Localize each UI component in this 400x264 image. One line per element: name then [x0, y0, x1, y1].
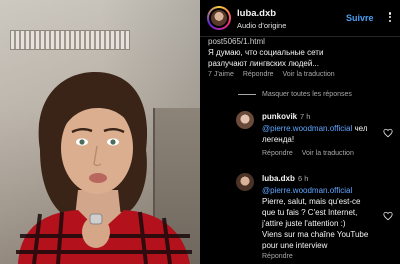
- mention-link[interactable]: @pierre.woodman.official: [262, 185, 388, 196]
- translate-button[interactable]: Voir la traduction: [302, 150, 354, 157]
- reply-line: Pierre, salut, mais qu'est-ce: [262, 197, 361, 206]
- comment-line: разлучают лингвских людей...: [208, 59, 319, 68]
- translate-button[interactable]: Voir la traduction: [283, 71, 335, 78]
- reply-timestamp: 6 h: [298, 174, 309, 183]
- reply-username[interactable]: luba.dxb: [262, 174, 295, 183]
- hide-replies-label: Masquer toutes les réponses: [262, 91, 352, 98]
- avatar[interactable]: [236, 111, 254, 129]
- video-person: [16, 72, 192, 264]
- reply-line: Viens sur ma chaîne YouTube: [262, 230, 369, 239]
- reply-button[interactable]: Répondre: [262, 150, 293, 157]
- hide-replies-button[interactable]: Masquer toutes les réponses: [238, 91, 352, 98]
- comment-line: Я думаю, что социальные сети: [208, 48, 324, 57]
- heart-icon[interactable]: [383, 128, 393, 138]
- video-player[interactable]: [0, 0, 200, 264]
- reply-line: pour une interview: [262, 241, 328, 250]
- avatar[interactable]: [207, 6, 231, 30]
- reply-line: que tu fais ? C'est Internet,: [262, 208, 358, 217]
- divider: [238, 93, 256, 95]
- comment-actions: 7 J'aime Répondre Voir la traduction: [208, 71, 342, 78]
- heart-icon[interactable]: [383, 211, 393, 221]
- more-options-icon[interactable]: [384, 11, 396, 23]
- reply-text: @pierre.woodman.official Pierre, salut, …: [262, 185, 388, 251]
- reply-button[interactable]: Répondre: [262, 253, 293, 260]
- post-author-username[interactable]: luba.dxb: [237, 8, 276, 19]
- post-header: luba.dxb Audio d'origine Suivre: [200, 0, 400, 37]
- audio-label[interactable]: Audio d'origine: [237, 21, 286, 30]
- follow-button[interactable]: Suivre: [346, 13, 374, 23]
- reply-text: @pierre.woodman.official чел легенда!: [262, 123, 390, 145]
- reply-username[interactable]: punkovik: [262, 112, 297, 121]
- reply-actions: Répondre Voir la traduction: [262, 150, 361, 157]
- mention-link[interactable]: @pierre.woodman.official: [262, 124, 352, 133]
- comment-line: post5065/1.html: [208, 37, 265, 46]
- comments-panel: luba.dxb Audio d'origine Suivre post5065…: [200, 0, 400, 264]
- avatar[interactable]: [236, 173, 254, 191]
- comment-text: post5065/1.html Я думаю, что социальные …: [208, 36, 388, 69]
- reply-button[interactable]: Répondre: [243, 71, 274, 78]
- reply-line: j'attire juste l'attention :): [262, 219, 346, 228]
- reply-actions: Répondre: [262, 253, 300, 260]
- reply-timestamp: 7 h: [300, 112, 311, 121]
- comment-likes[interactable]: 7 J'aime: [208, 71, 234, 78]
